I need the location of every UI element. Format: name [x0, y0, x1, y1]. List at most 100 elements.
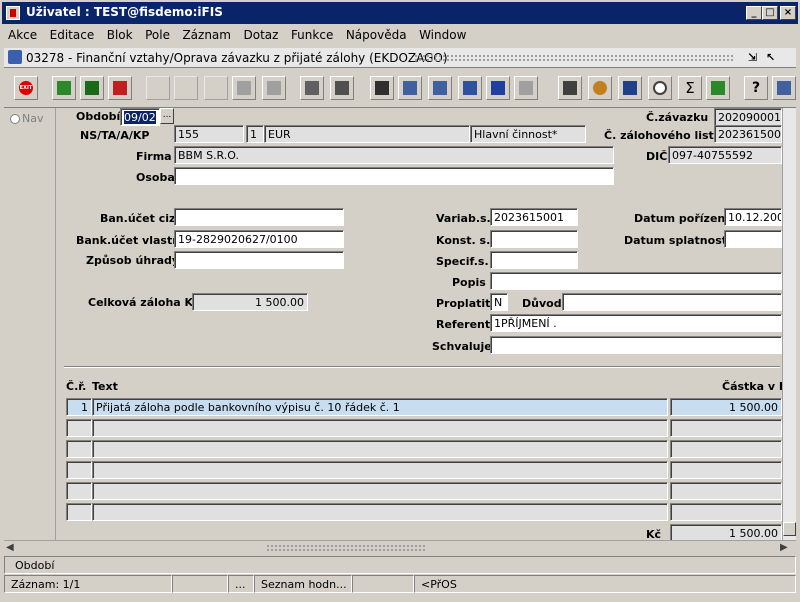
form-titlebar: 03278 - Finanční vztahy/Oprava závazku z…	[4, 48, 796, 68]
delete-record-button[interactable]	[108, 76, 132, 100]
cinnost-field[interactable]: Hlavní činnost*	[470, 125, 586, 143]
popis-field[interactable]	[490, 272, 782, 290]
datum-splatnosti-field[interactable]	[724, 230, 782, 248]
search-button[interactable]	[458, 76, 482, 100]
row-cr[interactable]	[66, 482, 92, 500]
schvaluje-field[interactable]	[490, 336, 782, 354]
clock-icon	[653, 81, 667, 95]
row-castka[interactable]: 1 500.00	[670, 398, 782, 416]
menu-napoveda[interactable]: Nápověda	[340, 24, 410, 42]
row-cr[interactable]: 1	[66, 398, 92, 416]
search-icon	[463, 81, 477, 95]
obdobi-field[interactable]: 09/02	[120, 108, 160, 126]
row-text[interactable]: Přijatá záloha podle bankovního výpisu č…	[92, 398, 668, 416]
help-button[interactable]: ?	[744, 76, 768, 100]
close-button[interactable]: ×	[780, 6, 796, 20]
menu-window[interactable]: Window	[413, 24, 469, 42]
firma-field[interactable]: BBM S.R.O.	[174, 146, 614, 164]
maximize-button[interactable]: □	[762, 6, 778, 20]
ta-field[interactable]: 1	[246, 125, 264, 143]
row-castka[interactable]	[670, 461, 782, 479]
menu-blok[interactable]: Blok	[101, 24, 136, 42]
exit-button[interactable]: EXIT	[14, 76, 38, 100]
nav-radio[interactable]	[10, 114, 20, 124]
columns-button[interactable]	[514, 76, 538, 100]
col-text-header: Text	[92, 380, 118, 393]
menu-zaznam[interactable]: Záznam	[176, 24, 234, 42]
window-button[interactable]	[772, 76, 796, 100]
status-cell: ...	[228, 575, 254, 593]
row-castka[interactable]	[670, 503, 782, 521]
settings-button[interactable]	[588, 76, 612, 100]
save-button[interactable]	[80, 76, 104, 100]
row-text[interactable]	[92, 461, 668, 479]
sort-multi-button[interactable]	[262, 76, 286, 100]
sort-asc-button[interactable]	[232, 76, 256, 100]
proplatit-field[interactable]: N	[490, 293, 508, 311]
row-cr[interactable]	[66, 461, 92, 479]
firma-label: Firma	[136, 150, 172, 163]
ucet-vlastni-field[interactable]: 19-2829020627/0100	[174, 230, 344, 248]
row-text[interactable]	[92, 440, 668, 458]
clear-button[interactable]	[618, 76, 642, 100]
konsts-field[interactable]	[490, 230, 578, 248]
row-cr[interactable]	[66, 419, 92, 437]
vertical-scrollbar[interactable]	[782, 108, 796, 540]
row-cr[interactable]	[66, 503, 92, 521]
duvod-label: Důvod	[522, 297, 562, 310]
copy-button[interactable]	[398, 76, 422, 100]
row-castka[interactable]	[670, 440, 782, 458]
varias-label: Variab.s.	[436, 212, 491, 225]
obdobi-lov-button[interactable]: ...	[160, 108, 174, 124]
menu-pole[interactable]: Pole	[139, 24, 173, 42]
referent-label: Referent	[436, 318, 491, 331]
dic-field[interactable]: 097-40755592	[668, 146, 782, 164]
varias-field[interactable]: 2023615001	[490, 208, 578, 226]
ns-field[interactable]: 155	[174, 125, 244, 143]
row-text[interactable]	[92, 419, 668, 437]
minimize-button[interactable]: _	[746, 6, 762, 20]
print-preview-button[interactable]	[330, 76, 354, 100]
menu-dotaz[interactable]: Dotaz	[237, 24, 281, 42]
cut-button[interactable]	[370, 76, 394, 100]
calculator-button[interactable]	[558, 76, 582, 100]
zpusob-field[interactable]	[174, 251, 344, 269]
menu-funkce[interactable]: Funkce	[285, 24, 336, 42]
insert-record-button[interactable]	[52, 76, 76, 100]
clock-button[interactable]	[648, 76, 672, 100]
scroll-left-icon[interactable]: ◀	[6, 542, 14, 553]
menu-akce[interactable]: Akce	[2, 24, 40, 42]
currency-field[interactable]: EUR	[264, 125, 470, 143]
menu-editace[interactable]: Editace	[44, 24, 98, 42]
datum-porizeni-field[interactable]: 10.12.2002	[724, 208, 782, 226]
czavazku-field[interactable]: 2020900015	[714, 108, 782, 126]
excel-button[interactable]	[706, 76, 730, 100]
row-cr[interactable]	[66, 440, 92, 458]
sum-icon: Σ	[685, 79, 695, 97]
total-field[interactable]: 1 500.00	[670, 524, 782, 540]
form-restore-icon[interactable]: ↖	[766, 51, 775, 64]
referent-field[interactable]: 1PŘÍJMENÍ .	[490, 314, 782, 332]
list-button[interactable]	[486, 76, 510, 100]
save-icon	[85, 81, 99, 95]
horizontal-scrollbar[interactable]: ◀ ▶	[4, 540, 796, 554]
app-icon[interactable]	[6, 6, 20, 20]
nav-panel: Nav	[4, 108, 56, 540]
row-castka[interactable]	[670, 482, 782, 500]
duvod-field[interactable]	[562, 293, 782, 311]
status-cell	[172, 575, 228, 593]
paste-button[interactable]	[428, 76, 452, 100]
scroll-right-icon[interactable]: ▶	[780, 542, 788, 553]
scrollbar-thumb[interactable]	[783, 522, 796, 536]
row-text[interactable]	[92, 482, 668, 500]
celkova-field[interactable]: 1 500.00	[192, 293, 308, 311]
row-text[interactable]	[92, 503, 668, 521]
print-button[interactable]	[300, 76, 324, 100]
sum-button[interactable]: Σ	[678, 76, 702, 100]
row-castka[interactable]	[670, 419, 782, 437]
osoba-field[interactable]	[174, 167, 614, 185]
czalohoveho-field[interactable]: 2023615001	[714, 125, 782, 143]
form-minimize-icon[interactable]: ⇲	[748, 51, 757, 64]
specifs-field[interactable]	[490, 251, 578, 269]
ucet-cizi-field[interactable]	[174, 208, 344, 226]
